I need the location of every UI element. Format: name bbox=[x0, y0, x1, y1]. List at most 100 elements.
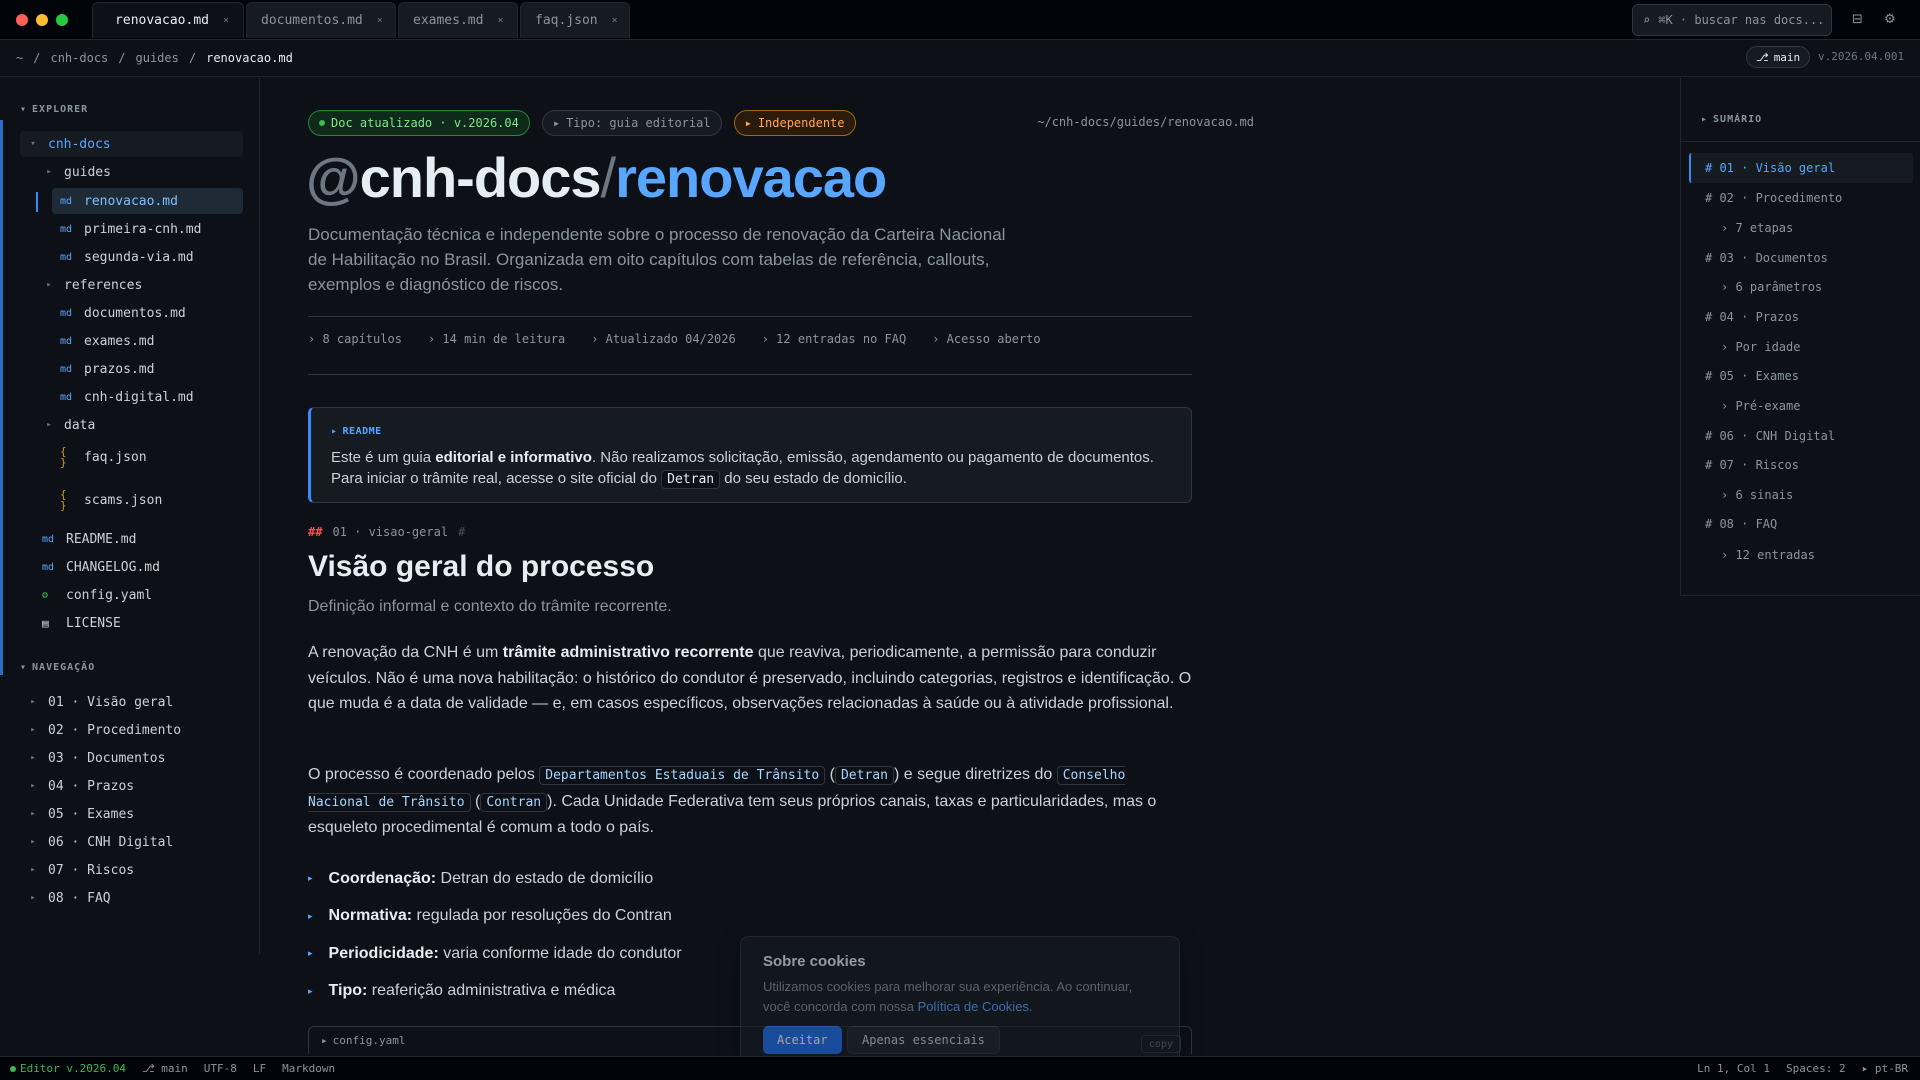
close-tab-icon[interactable]: × bbox=[497, 15, 503, 26]
nav-label: 02 · Procedimento bbox=[48, 722, 182, 738]
tree-file-cnh-digital[interactable]: md cnh-digital.md bbox=[60, 384, 194, 410]
badge-label: Independente bbox=[757, 116, 845, 130]
minimize-window-button[interactable] bbox=[36, 14, 48, 26]
status-encoding[interactable]: UTF-8 bbox=[204, 1062, 237, 1075]
toc-item-exames[interactable]: # 05 · Exames bbox=[1705, 367, 1799, 385]
section-anchor[interactable]: ## 01 · visao-geral # bbox=[308, 525, 465, 539]
tree-file-prazos[interactable]: md prazos.md bbox=[60, 356, 154, 382]
docs-search-input[interactable]: ⌕ ⌘K · buscar nas docs... bbox=[1632, 4, 1832, 36]
tree-label: documentos.md bbox=[84, 305, 186, 321]
navigation-header[interactable]: ▾ NAVEGAÇÃO bbox=[20, 662, 95, 673]
tab-exames[interactable]: exames.md × bbox=[398, 2, 518, 38]
anchor-link-icon[interactable]: # bbox=[458, 525, 465, 539]
meta-chapters: › 8 capítulos bbox=[308, 332, 402, 346]
toc-subitem-parametros[interactable]: › 6 parâmetros bbox=[1721, 278, 1822, 296]
explorer-header[interactable]: ▾ EXPLORER bbox=[20, 104, 88, 115]
list-item-bold: Tipo: bbox=[328, 982, 368, 1000]
callout-bold: editorial e informativo bbox=[435, 449, 592, 466]
tree-file-primeira-cnh[interactable]: md primeira-cnh.md bbox=[60, 216, 201, 242]
layout-icon[interactable]: ⊟ bbox=[1852, 12, 1863, 27]
tab-documentos[interactable]: documentos.md × bbox=[246, 2, 396, 38]
tree-file-exames[interactable]: md exames.md bbox=[60, 328, 154, 354]
toc-item-procedimento[interactable]: # 02 · Procedimento bbox=[1705, 189, 1842, 207]
toc-item-prazos[interactable]: # 04 · Prazos bbox=[1705, 308, 1799, 326]
tree-folder-cnh-docs[interactable]: ▾ cnh-docs bbox=[20, 131, 243, 157]
status-indentation[interactable]: Spaces: 2 bbox=[1786, 1062, 1846, 1075]
code-block-filename: config.yaml bbox=[332, 1034, 406, 1047]
maximize-window-button[interactable] bbox=[56, 14, 68, 26]
list-item: ▸ Coordenação: Detran do estado de domicí… bbox=[308, 860, 682, 898]
toc-subitem-por-idade[interactable]: › Por idade bbox=[1721, 338, 1800, 356]
toc-item-cnh-digital[interactable]: # 06 · CNH Digital bbox=[1705, 427, 1835, 445]
tree-file-license[interactable]: ▤ LICENSE bbox=[42, 610, 121, 636]
tree-label: faq.json bbox=[84, 449, 147, 465]
nav-item-documentos[interactable]: ▸ 03 · Documentos bbox=[28, 747, 165, 769]
tree-file-config[interactable]: ⚙ config.yaml bbox=[42, 582, 152, 608]
nav-item-prazos[interactable]: ▸ 04 · Prazos bbox=[28, 775, 134, 797]
nav-item-riscos[interactable]: ▸ 07 · Riscos bbox=[28, 859, 134, 881]
bullet-icon: ▸ bbox=[308, 985, 313, 996]
breadcrumb-home[interactable]: ~ bbox=[16, 51, 23, 65]
title-slash: / bbox=[600, 146, 617, 209]
close-tab-icon[interactable]: × bbox=[612, 15, 618, 26]
tree-file-faq[interactable]: {} faq.json bbox=[60, 440, 147, 474]
paragraph-text: ) e segue diretrizes do bbox=[893, 766, 1057, 783]
tree-folder-references[interactable]: ▸ references bbox=[44, 272, 142, 298]
toc-item-documentos[interactable]: # 03 · Documentos bbox=[1705, 249, 1828, 267]
paragraph: A renovação da CNH é um trâmite administ… bbox=[308, 640, 1192, 717]
tree-folder-data[interactable]: ▸ data bbox=[44, 412, 95, 438]
caret-right-icon: ▸ bbox=[46, 167, 52, 177]
nav-item-faq[interactable]: ▸ 08 · FAQ bbox=[28, 887, 111, 909]
toc-item-riscos[interactable]: # 07 · Riscos bbox=[1705, 456, 1799, 474]
tree-file-documentos[interactable]: md documentos.md bbox=[60, 300, 186, 326]
tab-label: renovacao.md bbox=[115, 13, 209, 28]
tree-folder-guides[interactable]: ▸ guides bbox=[44, 159, 111, 185]
tree-file-changelog[interactable]: md CHANGELOG.md bbox=[42, 554, 160, 580]
branch-selector[interactable]: ⎇ main bbox=[1746, 46, 1811, 68]
toc-subitem-etapas[interactable]: › 7 etapas bbox=[1721, 219, 1793, 237]
close-tab-icon[interactable]: × bbox=[377, 15, 383, 26]
tree-file-scams[interactable]: {} scams.json bbox=[60, 483, 162, 517]
toc-header[interactable]: ▸ SUMÁRIO bbox=[1701, 114, 1762, 125]
cookie-policy-link[interactable]: Política de Cookies bbox=[918, 999, 1029, 1014]
breadcrumb-guides[interactable]: guides bbox=[136, 51, 179, 65]
tree-file-readme[interactable]: md README.md bbox=[42, 526, 136, 552]
close-window-button[interactable] bbox=[16, 14, 28, 26]
status-locale[interactable]: ▸ pt-BR bbox=[1862, 1062, 1908, 1075]
meta-value: 14 min de leitura bbox=[442, 332, 566, 346]
gear-icon[interactable]: ⚙ bbox=[1884, 12, 1896, 27]
tree-file-renovacao[interactable]: md renovacao.md bbox=[52, 188, 243, 214]
toc-subitem-pre-exame[interactable]: › Pré-exame bbox=[1721, 397, 1800, 415]
close-tab-icon[interactable]: × bbox=[223, 15, 229, 26]
nav-item-procedimento[interactable]: ▸ 02 · Procedimento bbox=[28, 719, 181, 741]
status-cursor-position[interactable]: Ln 1, Col 1 bbox=[1697, 1062, 1770, 1075]
nav-item-exames[interactable]: ▸ 05 · Exames bbox=[28, 803, 134, 825]
editor-status[interactable]: Editor v.2026.04 bbox=[10, 1062, 126, 1075]
nav-label: 08 · FAQ bbox=[48, 890, 111, 906]
list-item-text: Normativa: regulada por resoluções do Co… bbox=[329, 907, 672, 925]
tree-file-segunda-via[interactable]: md segunda-via.md bbox=[60, 244, 194, 270]
nav-item-cnh-digital[interactable]: ▸ 06 · CNH Digital bbox=[28, 831, 173, 853]
breadcrumb-cnh-docs[interactable]: cnh-docs bbox=[50, 51, 108, 65]
tab-faq[interactable]: faq.json × bbox=[520, 2, 630, 38]
tab-renovacao[interactable]: renovacao.md × bbox=[92, 2, 244, 38]
meta-reading-time: › 14 min de leitura bbox=[427, 332, 566, 346]
status-line-ending[interactable]: LF bbox=[253, 1062, 266, 1075]
status-text: Editor v.2026.04 bbox=[20, 1062, 126, 1075]
list-item-bold: Periodicidade: bbox=[328, 944, 439, 962]
status-branch[interactable]: ⎇ main bbox=[142, 1062, 188, 1075]
toc-item-visao-geral[interactable]: # 01 · Visão geral bbox=[1705, 159, 1835, 177]
toc-subitem-sinais[interactable]: › 6 sinais bbox=[1721, 486, 1793, 504]
toc-item-faq[interactable]: # 08 · FAQ bbox=[1705, 515, 1777, 533]
caret-right-icon: ▸ bbox=[30, 809, 36, 819]
nav-item-visao-geral[interactable]: ▸ 01 · Visão geral bbox=[28, 691, 173, 713]
status-language[interactable]: Markdown bbox=[282, 1062, 335, 1075]
accept-cookies-button[interactable]: Aceitar bbox=[763, 1026, 842, 1054]
version-label: v.2026.04.001 bbox=[1818, 50, 1905, 63]
bullet-icon: ▸ bbox=[308, 873, 313, 884]
sidebar: ▾ EXPLORER ▾ cnh-docs ▸ guides md renova… bbox=[0, 78, 260, 954]
toc-subitem-entradas[interactable]: › 12 entradas bbox=[1721, 546, 1815, 564]
json-file-icon: {} bbox=[60, 488, 67, 512]
document-file-icon: ▤ bbox=[42, 616, 49, 630]
essential-cookies-button[interactable]: Apenas essenciais bbox=[847, 1026, 1000, 1054]
